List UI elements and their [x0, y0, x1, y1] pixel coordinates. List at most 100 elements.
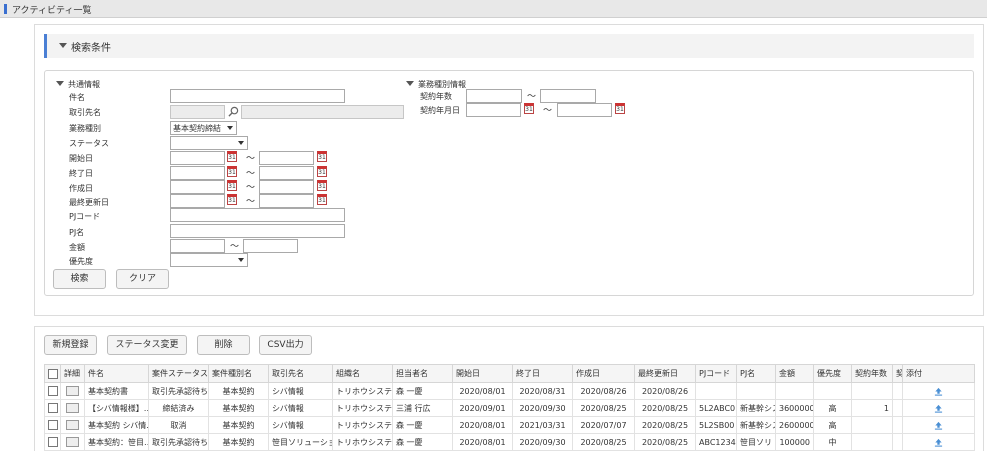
delete-button[interactable]: 削除 [197, 335, 250, 355]
calendar-icon[interactable]: 31 [615, 103, 625, 114]
amount-from-input[interactable] [170, 239, 225, 253]
clear-button[interactable]: クリア [116, 269, 169, 289]
detail-cell[interactable] [60, 416, 85, 434]
calendar-icon[interactable]: 31 [317, 180, 327, 191]
column-header[interactable]: 件名 [84, 364, 149, 383]
common-group-toggle[interactable]: 共通情報 [56, 79, 100, 90]
column-header[interactable]: PJ名 [736, 364, 776, 383]
contract-date-to-input[interactable] [557, 103, 612, 117]
detail-icon[interactable] [66, 420, 79, 430]
contract-years-to-input[interactable] [540, 89, 596, 103]
column-header[interactable]: 優先度 [813, 364, 852, 383]
column-header[interactable]: 取引先名 [268, 364, 333, 383]
row-select-cell[interactable] [44, 416, 61, 434]
table-cell: 基本契約 [208, 399, 269, 417]
column-header[interactable]: PJコード [695, 364, 737, 383]
upload-icon[interactable] [934, 404, 943, 413]
column-header[interactable]: 案件ステータス [148, 364, 209, 383]
calendar-icon[interactable]: 31 [317, 194, 327, 205]
column-header[interactable]: 添付 [902, 364, 975, 383]
attachment-cell[interactable] [902, 399, 975, 417]
start-date-to-input[interactable] [259, 151, 314, 165]
updated-date-to-input[interactable] [259, 194, 314, 208]
column-header[interactable]: 終了日 [512, 364, 573, 383]
priority-label: 優先度 [69, 257, 93, 266]
status-change-button[interactable]: ステータス変更 [107, 335, 187, 355]
detail-cell[interactable] [60, 382, 85, 400]
row-select-cell[interactable] [44, 433, 61, 451]
row-select-cell[interactable] [44, 382, 61, 400]
contract-years-from-input[interactable] [466, 89, 522, 103]
row-checkbox[interactable] [48, 403, 58, 413]
calendar-icon[interactable]: 31 [227, 180, 237, 191]
column-header[interactable]: 最終更新日 [634, 364, 696, 383]
updated-date-from-input[interactable] [170, 194, 225, 208]
column-header[interactable]: 担当者名 [392, 364, 453, 383]
range-tilde: ～ [230, 242, 240, 252]
select-all-checkbox[interactable] [48, 368, 58, 379]
column-header[interactable]: 組織名 [332, 364, 393, 383]
range-tilde: ～ [543, 106, 553, 116]
client-code-input[interactable] [170, 105, 225, 119]
business-group-label: 業務種別情報 [418, 80, 466, 89]
calendar-icon[interactable]: 31 [227, 194, 237, 205]
calendar-icon[interactable]: 31 [317, 151, 327, 162]
table-row[interactable]: 【シバ情報様】…締結済み基本契約シバ情報トリホウシステム三浦 行広2020/09… [44, 399, 975, 417]
priority-select[interactable] [170, 253, 248, 267]
new-button[interactable]: 新規登録 [44, 335, 97, 355]
calendar-icon[interactable]: 31 [317, 166, 327, 177]
detail-icon[interactable] [66, 386, 79, 396]
table-cell: 5L2ABC0 [695, 399, 737, 417]
contract-date-from-input[interactable] [466, 103, 521, 117]
table-cell: 高 [813, 399, 852, 417]
name-input[interactable] [170, 89, 345, 103]
start-date-from-input[interactable] [170, 151, 225, 165]
row-checkbox[interactable] [48, 420, 58, 430]
detail-icon[interactable] [66, 437, 79, 447]
column-header[interactable]: 契 [892, 364, 903, 383]
search-section-header[interactable]: 検索条件 [44, 34, 974, 58]
attachment-cell[interactable] [902, 416, 975, 434]
column-header[interactable]: 開始日 [452, 364, 513, 383]
column-header[interactable]: 詳細 [60, 364, 85, 383]
search-button[interactable]: 検索 [53, 269, 106, 289]
upload-icon[interactable] [934, 438, 943, 447]
table-row[interactable]: 基本契約：笹目…取引先承認待ち基本契約笹目ソリューショントリホウシステム森 一慶… [44, 433, 975, 451]
row-checkbox[interactable] [48, 437, 58, 447]
column-header[interactable]: 案件種別名 [208, 364, 269, 383]
business-type-select[interactable]: 基本契約締結 [170, 121, 237, 135]
detail-cell[interactable] [60, 399, 85, 417]
attachment-cell[interactable] [902, 433, 975, 451]
column-header[interactable]: 契約年数 [851, 364, 893, 383]
select-all-header[interactable] [44, 364, 61, 383]
calendar-icon[interactable]: 31 [524, 103, 534, 114]
search-icon[interactable] [228, 106, 239, 117]
detail-icon[interactable] [66, 403, 79, 413]
pj-code-input[interactable] [170, 208, 345, 222]
created-date-to-input[interactable] [259, 180, 314, 194]
table-row[interactable]: 基本契約 シバ情…取消基本契約シバ情報トリホウシステム森 一慶2020/08/0… [44, 416, 975, 434]
row-select-cell[interactable] [44, 399, 61, 417]
end-date-from-input[interactable] [170, 166, 225, 180]
table-cell: 3600000 [775, 399, 814, 417]
table-row[interactable]: 基本契約書取引先承認待ち基本契約シバ情報トリホウシステム森 一慶2020/08/… [44, 382, 975, 400]
client-name-input[interactable] [241, 105, 404, 119]
column-header[interactable]: 金額 [775, 364, 814, 383]
table-cell: 締結済み [148, 399, 209, 417]
business-group-toggle[interactable]: 業務種別情報 [406, 79, 466, 90]
status-select[interactable] [170, 136, 248, 150]
csv-export-button[interactable]: CSV出力 [259, 335, 312, 355]
detail-cell[interactable] [60, 433, 85, 451]
calendar-icon[interactable]: 31 [227, 151, 237, 162]
amount-to-input[interactable] [243, 239, 298, 253]
upload-icon[interactable] [934, 387, 943, 396]
table-cell: 森 一慶 [392, 382, 453, 400]
end-date-to-input[interactable] [259, 166, 314, 180]
attachment-cell[interactable] [902, 382, 975, 400]
row-checkbox[interactable] [48, 386, 58, 396]
column-header[interactable]: 作成日 [572, 364, 635, 383]
calendar-icon[interactable]: 31 [227, 166, 237, 177]
upload-icon[interactable] [934, 421, 943, 430]
pj-name-input[interactable] [170, 224, 345, 238]
created-date-from-input[interactable] [170, 180, 225, 194]
